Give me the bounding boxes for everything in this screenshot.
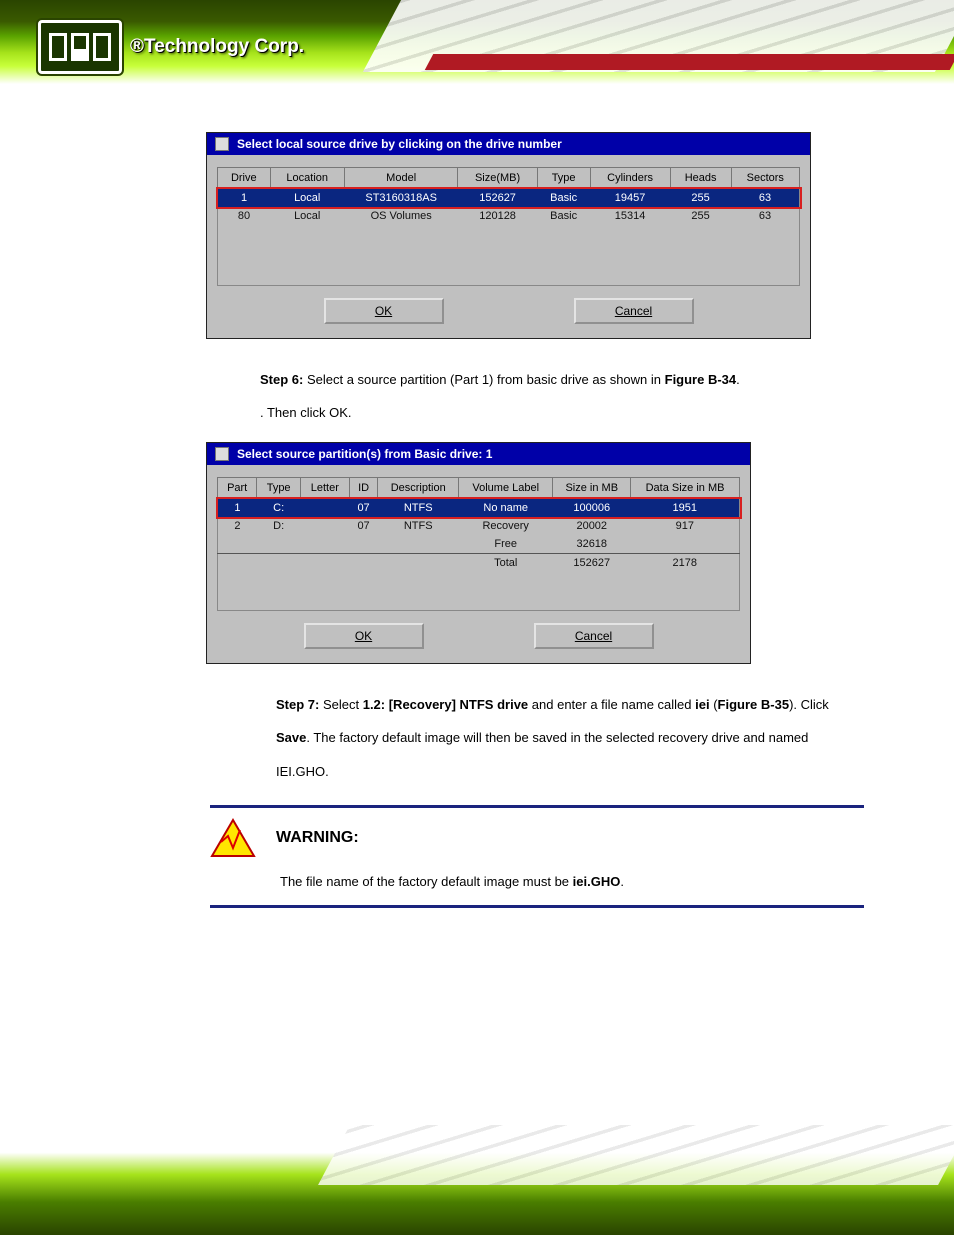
drive-row[interactable]: 80 Local OS Volumes 120128 Basic 15314 2… — [218, 207, 800, 225]
drive-row-selected[interactable]: 1 Local ST3160318AS 152627 Basic 19457 2… — [218, 189, 800, 208]
ok-button[interactable]: OK — [304, 623, 424, 649]
step-num: Step 6: — [260, 372, 303, 387]
logo-icon — [38, 20, 122, 74]
warning-note: The file name of the factory default ima… — [280, 874, 864, 889]
header-redbar — [425, 54, 954, 70]
col-location: Location — [270, 168, 344, 189]
cancel-button[interactable]: Cancel — [574, 298, 694, 324]
partition-row[interactable]: 2 D: 07 NTFS Recovery 20002 917 — [218, 517, 740, 535]
drive-table: Drive Location Model Size(MB) Type Cylin… — [217, 167, 800, 286]
step6-text: Step 6: Select a source partition (Part … — [260, 363, 864, 431]
partition-table: Part Type Letter ID Description Volume L… — [217, 477, 740, 611]
col-type: Type — [537, 168, 590, 189]
page-header: ®Technology Corp. — [0, 0, 954, 120]
warning-block: WARNING: — [210, 818, 954, 858]
warning-heading: WARNING: — [276, 829, 359, 847]
col-cyl: Cylinders — [590, 168, 670, 189]
col-id: ID — [349, 478, 378, 499]
free-row: Free 32618 — [218, 535, 740, 554]
total-row: Total 152627 2178 — [218, 554, 740, 573]
col-desc: Description — [378, 478, 459, 499]
step-num: Step 7: — [276, 697, 319, 712]
step7-text: Step 7: Select 1.2: [Recovery] NTFS driv… — [276, 688, 864, 789]
col-dataMB: Data Size in MB — [631, 478, 740, 499]
dialog-title: Select local source drive by clicking on… — [207, 133, 810, 155]
ok-button[interactable]: OK — [324, 298, 444, 324]
col-type: Type — [257, 478, 301, 499]
col-heads: Heads — [670, 168, 731, 189]
warning-icon — [210, 818, 256, 858]
col-letter: Letter — [300, 478, 349, 499]
col-part: Part — [218, 478, 257, 499]
divider — [210, 805, 864, 808]
logo-tag: ®Technology Corp. — [130, 36, 304, 58]
page-footer — [0, 1125, 954, 1235]
figure-ref: Figure B-35 — [718, 697, 790, 712]
col-sectors: Sectors — [731, 168, 799, 189]
col-label: Volume Label — [459, 478, 553, 499]
dialog-title: Select source partition(s) from Basic dr… — [207, 443, 750, 465]
partition-row-selected[interactable]: 1 C: 07 NTFS No name 100006 1951 — [218, 499, 740, 518]
col-drive: Drive — [218, 168, 271, 189]
col-model: Model — [344, 168, 458, 189]
screenshot-select-source-drive: Select local source drive by clicking on… — [206, 132, 811, 339]
divider — [210, 905, 864, 908]
col-sizeMB: Size in MB — [553, 478, 631, 499]
screenshot-select-source-partition: Select source partition(s) from Basic dr… — [206, 442, 751, 664]
logo-block: ®Technology Corp. — [38, 20, 304, 74]
figure-ref: Figure B-34 — [665, 372, 737, 387]
col-size: Size(MB) — [458, 168, 537, 189]
cancel-button[interactable]: Cancel — [534, 623, 654, 649]
